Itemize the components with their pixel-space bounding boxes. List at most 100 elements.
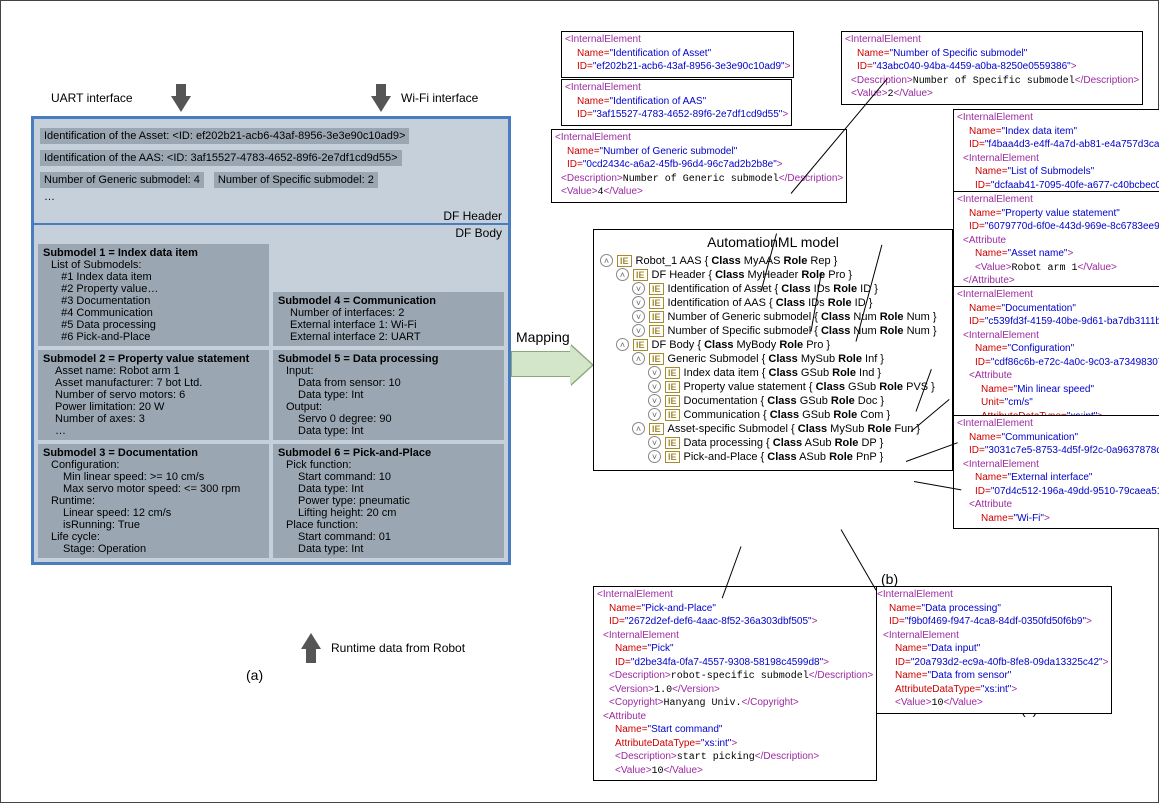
submodel-4: Submodel 4 = Communication Number of int… — [273, 292, 504, 346]
wifi-label: Wi-Fi interface — [401, 91, 478, 105]
xml-pvs: <InternalElement Name="Property value st… — [953, 191, 1159, 292]
tree-toggle-icon[interactable]: ˅ — [632, 296, 645, 309]
uart-label: UART interface — [51, 91, 133, 105]
tree-toggle-icon[interactable]: ˅ — [632, 282, 645, 295]
tree-node-label: DF Body { Class MyBody Role Pro } — [652, 339, 831, 351]
runtime-label: Runtime data from Robot — [331, 641, 465, 655]
id-asset-line: Identification of the Asset: <ID: ef202b… — [40, 128, 409, 144]
tree-node[interactable]: ˄ IE DF Header { Class MyHeader Role Pro } — [600, 268, 946, 281]
xml-pick-and-place: <InternalElement Name="Pick-and-Place" I… — [593, 586, 877, 781]
submodel-1-row: #5 Data processing — [43, 319, 264, 331]
tree-node[interactable]: ˅ IE Pick-and-Place { Class ASub Role PnP … — [600, 450, 946, 463]
ie-icon: IE — [665, 409, 680, 421]
submodel-3: Submodel 3 = Documentation Configuration… — [38, 444, 269, 558]
submodel-1-row: #4 Communication — [43, 307, 264, 319]
df-header-label: DF Header — [34, 209, 508, 223]
ie-icon: IE — [649, 353, 664, 365]
header-dots: … — [40, 191, 502, 203]
tree-node[interactable]: ˅ IE Documentation { Class GSub Role Doc } — [600, 394, 946, 407]
tree-node-label: Number of Specific submodel { Class Num … — [668, 325, 937, 337]
ie-icon: IE — [649, 283, 664, 295]
submodel-6: Submodel 6 = Pick-and-Place Pick functio… — [273, 444, 504, 558]
tree-toggle-icon[interactable]: ˄ — [600, 254, 613, 267]
tree-toggle-icon[interactable]: ˅ — [632, 324, 645, 337]
arrow-down-icon — [171, 96, 191, 112]
df-header: Identification of the Asset: <ID: ef202b… — [40, 125, 502, 203]
id-aas-line: Identification of the AAS: <ID: 3af15527… — [40, 150, 402, 166]
ie-icon: IE — [649, 297, 664, 309]
xml-index-item: <InternalElement Name="Index data item" … — [953, 109, 1159, 196]
tree-toggle-icon[interactable]: ˅ — [648, 408, 661, 421]
tree-toggle-icon[interactable]: ˅ — [648, 380, 661, 393]
submodel-2: Submodel 2 = Property value statement As… — [38, 350, 269, 440]
tree-node-label: Property value statement { Class GSub Ro… — [684, 381, 935, 393]
tree-node[interactable]: ˄ IE Robot_1 AAS { Class MyAAS Role Rep } — [600, 254, 946, 267]
tree-node[interactable]: ˅IEIndex data item { Class GSub Role Ind… — [600, 366, 946, 379]
tree-node-label: Index data item { Class GSub Role Ind } — [684, 367, 882, 379]
xml-id-aas: <InternalElement Name="Identification of… — [561, 79, 792, 126]
xml-id-asset: <InternalElement Name="Identification of… — [561, 31, 794, 78]
submodel-5: Submodel 5 = Data processing Input:Data … — [273, 350, 504, 440]
tree-node-label: Identification of Asset { Class IDs Role… — [668, 283, 878, 295]
tree-node-label: Pick-and-Place { Class ASub Role PnP } — [684, 451, 884, 463]
tree-node[interactable]: ˄ IE DF Body { Class MyBody Role Pro } — [600, 338, 946, 351]
ie-icon: IE — [649, 311, 664, 323]
tree-node-label: DF Header { Class MyHeader Role Pro } — [652, 269, 853, 281]
ie-icon: IE — [617, 255, 632, 267]
tree-toggle-icon[interactable]: ˅ — [632, 310, 645, 323]
mapping-label: Mapping — [516, 329, 570, 345]
tree-node[interactable]: ˅ IE Number of Specific submodel { Class N… — [600, 324, 946, 337]
tree-toggle-icon[interactable]: ˄ — [632, 422, 645, 435]
tree-toggle-icon[interactable]: ˅ — [648, 394, 661, 407]
tree-toggle-icon[interactable]: ˄ — [616, 338, 629, 351]
tree-toggle-icon[interactable]: ˅ — [648, 436, 661, 449]
automationml-tree: AutomationML model ˄IERobot_1 AAS { Clas… — [593, 229, 953, 471]
ie-icon: IE — [633, 269, 648, 281]
digital-factory-panel: Identification of the Asset: <ID: ef202b… — [31, 116, 511, 565]
df-body-label: DF Body — [34, 223, 508, 240]
tree-node-label: Data processing { Class ASub Role DP } — [684, 437, 884, 449]
tree-toggle-icon[interactable]: ˅ — [648, 366, 661, 379]
tree-node[interactable]: ˅ IE Identification of Asset { Class IDs R… — [600, 282, 946, 295]
ie-icon: IE — [633, 339, 648, 351]
arrow-down-icon — [371, 96, 391, 112]
ie-icon: IE — [665, 381, 680, 393]
submodel-1-row: #3 Documentation — [43, 295, 264, 307]
tree-node[interactable]: ˅ IE Communication { Class GSub Role Com } — [600, 408, 946, 421]
ie-icon: IE — [649, 423, 664, 435]
tree-node-label: Generic Submodel { Class MySub Role Inf … — [668, 353, 884, 365]
submodel-1-row: #6 Pick-and-Place — [43, 331, 264, 343]
tree-node-label: Communication { Class GSub Role Com } — [684, 409, 891, 421]
xml-communication: <InternalElement Name="Communication" ID… — [953, 415, 1159, 529]
num-specific-line: Number of Specific submodel: 2 — [214, 172, 378, 188]
tree-toggle-icon[interactable]: ˅ — [648, 450, 661, 463]
num-generic-line: Number of Generic submodel: 4 — [40, 172, 204, 188]
tree-node-label: Asset-specific Submodel { Class MySub Ro… — [668, 423, 921, 435]
ie-icon: IE — [665, 395, 680, 407]
ie-icon: IE — [665, 437, 680, 449]
arrow-up-icon — [301, 633, 321, 649]
tree-node[interactable]: ˅ IE Property value statement { Class GSub… — [600, 380, 946, 393]
ie-icon: IE — [649, 325, 664, 337]
submodel-grid: Submodel 1 = Index data item List of Sub… — [38, 244, 504, 558]
submodel-1: Submodel 1 = Index data item List of Sub… — [38, 244, 269, 346]
mapping-arrow-icon — [511, 351, 571, 377]
tree-node[interactable]: ˄ IE Generic Submodel { Class MySub Role I… — [600, 352, 946, 365]
tree-toggle-icon[interactable]: ˄ — [616, 268, 629, 281]
caption-b: (b) — [881, 571, 898, 587]
ie-icon: IE — [665, 451, 680, 463]
tree-node-label: Documentation { Class GSub Role Doc } — [684, 395, 885, 407]
caption-a: (a) — [246, 667, 263, 683]
tree-node-label: Robot_1 AAS { Class MyAAS Role Rep } — [636, 255, 838, 267]
xml-num-generic: <InternalElement Name="Number of Generic… — [551, 129, 847, 203]
xml-data-processing: <InternalElement Name="Data processing" … — [873, 586, 1112, 714]
tree-node[interactable]: ˅ IE Number of Generic submodel { Class Nu… — [600, 310, 946, 323]
tree-toggle-icon[interactable]: ˄ — [632, 352, 645, 365]
tree-node[interactable]: ˄ IE Asset-specific Submodel { Class MySub… — [600, 422, 946, 435]
tree-node-label: Identification of AAS { Class IDs Role I… — [668, 297, 873, 309]
xml-num-specific: <InternalElement Name="Number of Specifi… — [841, 31, 1143, 105]
submodel-1-row: #2 Property value… — [43, 283, 264, 295]
tree-node[interactable]: ˅ IE Data processing { Class ASub Role DP … — [600, 436, 946, 449]
tree-node[interactable]: ˅ IE Identification of AAS { Class IDs Rol… — [600, 296, 946, 309]
tree-node-label: Number of Generic submodel { Class Num R… — [668, 311, 937, 323]
